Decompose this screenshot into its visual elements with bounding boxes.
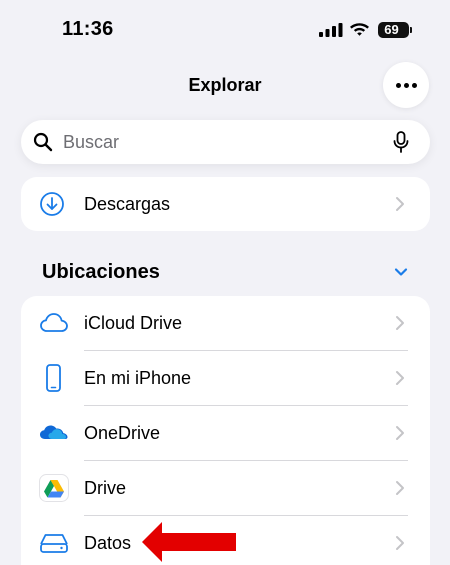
battery-level: 69 bbox=[384, 22, 399, 37]
more-dot-icon bbox=[412, 83, 417, 88]
location-label: Datos bbox=[84, 533, 132, 553]
location-label: OneDrive bbox=[84, 423, 161, 443]
google-drive-icon bbox=[39, 474, 69, 502]
cellular-signal-icon bbox=[319, 23, 343, 37]
location-label: iCloud Drive bbox=[84, 313, 183, 333]
battery-indicator: 69 bbox=[378, 22, 409, 38]
chevron-right-icon bbox=[396, 316, 404, 330]
microphone-icon[interactable] bbox=[393, 131, 409, 153]
chevron-down-icon[interactable] bbox=[393, 266, 409, 278]
red-annotation-arrow bbox=[142, 522, 236, 562]
wifi-icon bbox=[350, 23, 369, 36]
location-label: En mi iPhone bbox=[84, 368, 192, 388]
chevron-right-icon bbox=[396, 481, 404, 495]
status-bar: 11:36 69 bbox=[0, 0, 450, 60]
iphone-icon bbox=[46, 364, 61, 392]
location-row-icloud[interactable]: iCloud Drive bbox=[21, 296, 430, 350]
status-time: 11:36 bbox=[62, 18, 114, 40]
downloads-row[interactable]: Descargas bbox=[21, 177, 430, 231]
location-row-onedrive[interactable]: OneDrive bbox=[21, 406, 430, 460]
quick-access-card: Descargas bbox=[21, 177, 430, 231]
downloads-label: Descargas bbox=[84, 194, 171, 214]
search-input[interactable] bbox=[63, 120, 383, 164]
more-options-button[interactable] bbox=[383, 62, 429, 108]
search-bar[interactable] bbox=[21, 120, 430, 164]
location-row-iphone[interactable]: En mi iPhone bbox=[21, 351, 430, 405]
battery-cap bbox=[410, 27, 412, 33]
chevron-right-icon bbox=[396, 426, 404, 440]
download-icon bbox=[40, 192, 64, 216]
drive-disk-icon bbox=[40, 534, 68, 553]
chevron-right-icon bbox=[396, 536, 404, 550]
location-label: Drive bbox=[84, 478, 127, 498]
section-title-locations: Ubicaciones bbox=[42, 261, 160, 283]
chevron-right-icon bbox=[396, 371, 404, 385]
chevron-right-icon bbox=[396, 197, 404, 211]
more-dot-icon bbox=[396, 83, 401, 88]
location-row-google-drive[interactable]: Drive bbox=[21, 461, 430, 515]
more-dot-icon bbox=[404, 83, 409, 88]
onedrive-icon bbox=[40, 425, 68, 439]
icloud-icon bbox=[40, 313, 68, 332]
search-icon bbox=[33, 132, 53, 152]
